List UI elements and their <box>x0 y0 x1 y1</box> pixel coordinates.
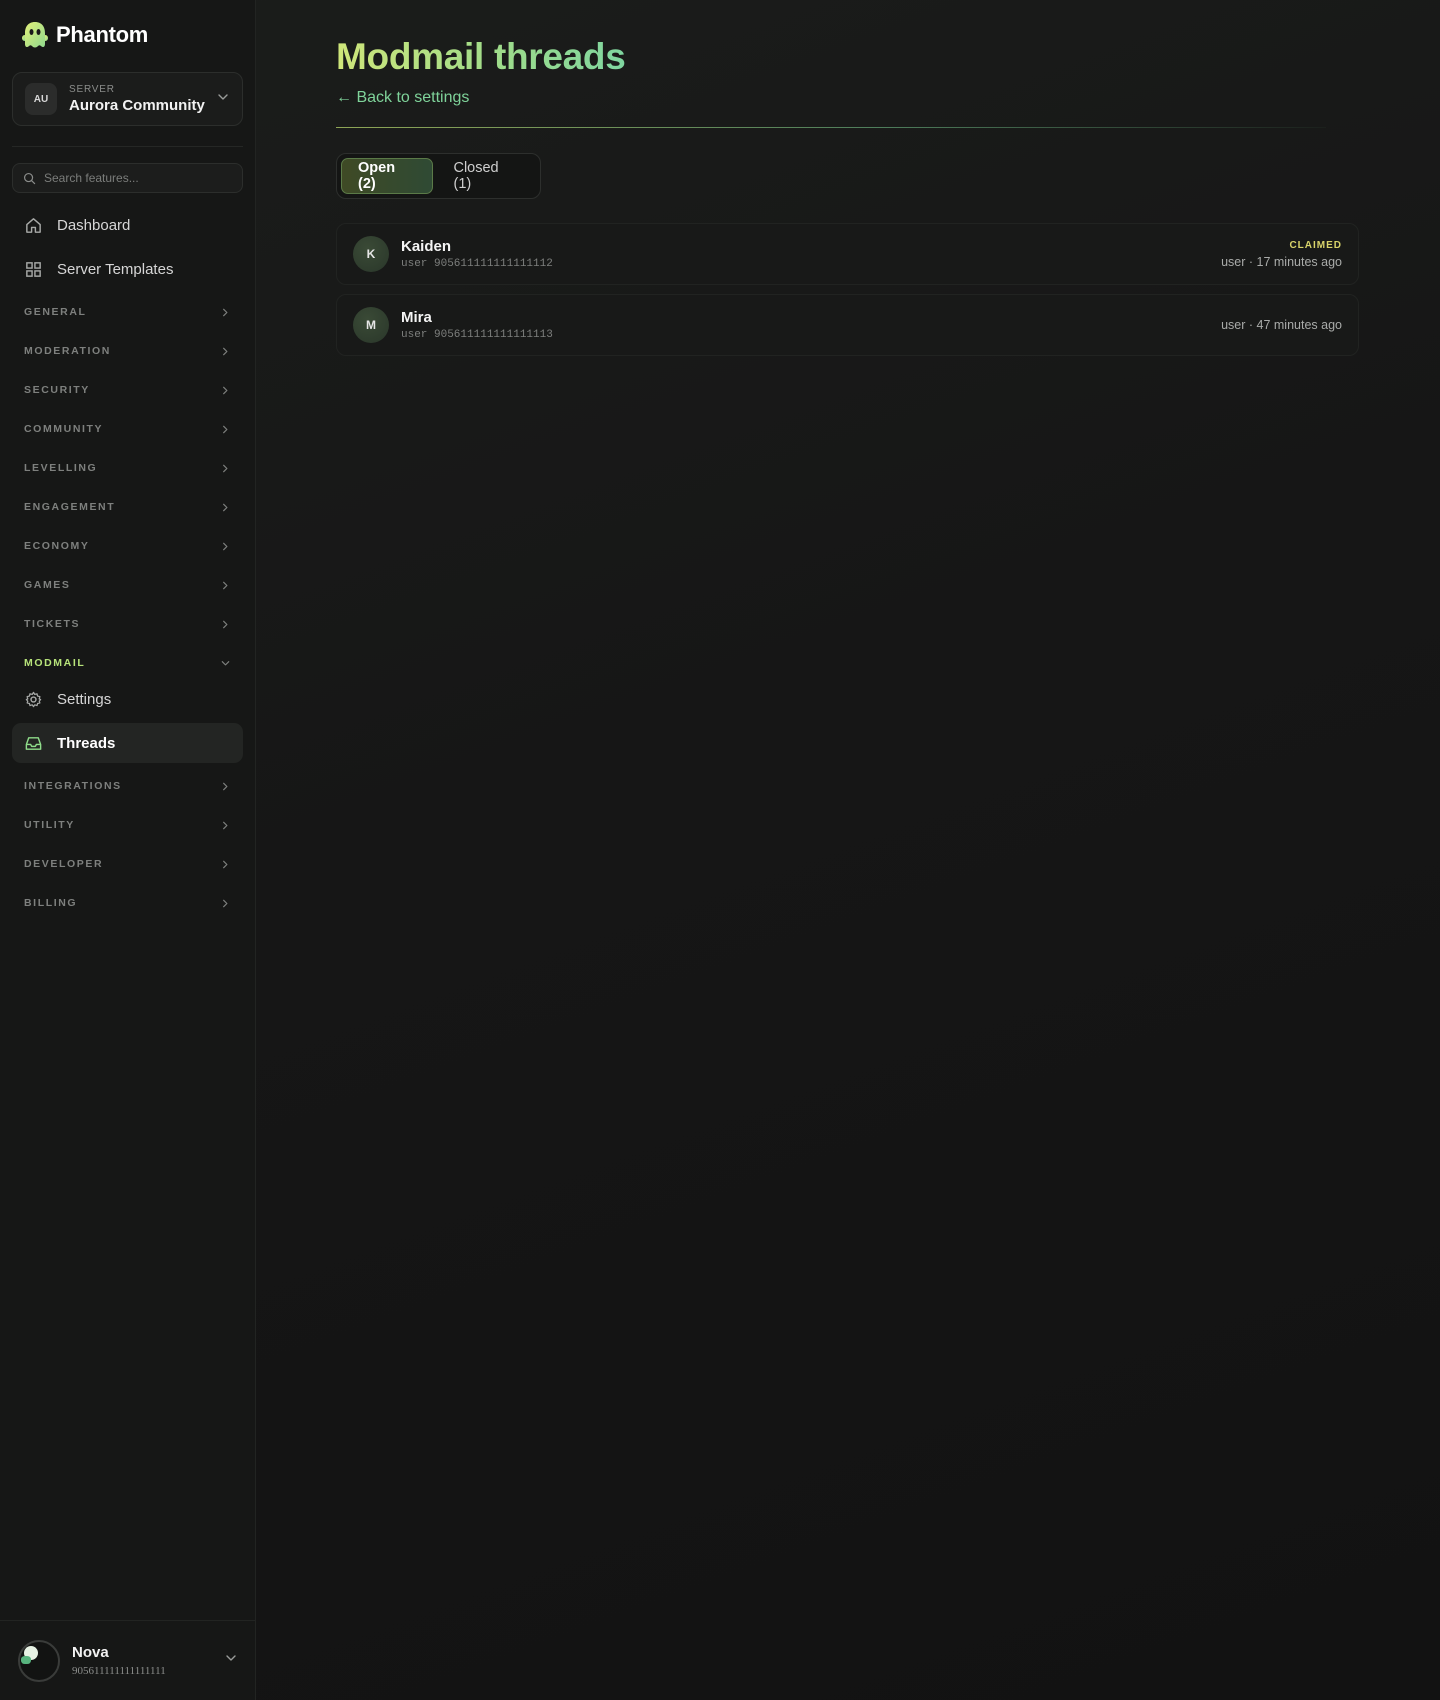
gear-icon <box>25 691 42 707</box>
server-name: Aurora Community <box>69 97 205 114</box>
section-general[interactable]: GENERAL <box>12 298 243 326</box>
section-developer[interactable]: DEVELOPER <box>12 850 243 878</box>
sidebar-divider <box>12 146 243 147</box>
section-modmail[interactable]: MODMAIL <box>12 649 243 677</box>
user-id: 905611111111111111 <box>72 1665 166 1677</box>
section-label: BILLING <box>24 897 78 909</box>
thread-timestamp: user · 17 minutes ago <box>1221 254 1342 269</box>
avatar <box>18 1639 60 1682</box>
sidebar-item-dashboard[interactable]: Dashboard <box>12 205 243 245</box>
section-label: MODERATION <box>24 345 111 357</box>
chevron-right-icon <box>223 581 228 589</box>
thread-info: Mira user 905611111111111113 <box>401 309 1221 341</box>
section-security[interactable]: SECURITY <box>12 376 243 404</box>
thread-status-tabs: Open (2) Closed (1) <box>336 153 541 199</box>
chevron-right-icon <box>223 425 228 433</box>
brand[interactable]: Phantom <box>20 20 148 50</box>
chevron-right-icon <box>223 347 228 355</box>
section-label: GENERAL <box>24 306 87 318</box>
chevron-right-icon <box>223 782 228 790</box>
sidebar: Phantom AU SERVER Aurora Community Dashb… <box>0 0 256 1700</box>
chevron-right-icon <box>223 899 228 907</box>
inbox-icon <box>25 736 42 750</box>
chevron-right-icon <box>223 386 228 394</box>
thread-meta: user · 47 minutes ago <box>1221 318 1342 332</box>
section-label: GAMES <box>24 579 71 591</box>
server-avatar: AU <box>25 83 57 115</box>
thread-row-mira[interactable]: M Mira user 905611111111111113 user · 47… <box>336 294 1359 356</box>
chevron-right-icon <box>223 821 228 829</box>
home-icon <box>26 217 41 233</box>
thread-timestamp: user · 47 minutes ago <box>1221 318 1342 332</box>
section-tickets[interactable]: TICKETS <box>12 610 243 638</box>
user-text: Nova 905611111111111111 <box>72 1644 224 1677</box>
sidebar-item-label: Server Templates <box>57 260 174 278</box>
thread-user-id: user 905611111111111113 <box>401 329 553 341</box>
section-label: MODMAIL <box>24 657 86 669</box>
title-divider <box>336 127 1326 128</box>
chevron-down-icon <box>221 660 230 665</box>
thread-user-name: Mira <box>401 309 432 326</box>
thread-meta: CLAIMED user · 17 minutes ago <box>1221 240 1342 269</box>
thread-row-kaiden[interactable]: K Kaiden user 905611111111111112 CLAIMED… <box>336 223 1359 285</box>
sidebar-item-modmail-settings[interactable]: Settings <box>12 679 243 719</box>
chevron-down-icon <box>224 1651 238 1670</box>
section-economy[interactable]: ECONOMY <box>12 532 243 560</box>
section-label: TICKETS <box>24 618 81 630</box>
search-box <box>12 163 243 193</box>
section-engagement[interactable]: ENGAGEMENT <box>12 493 243 521</box>
section-label: UTILITY <box>24 819 75 831</box>
section-community[interactable]: COMMUNITY <box>12 415 243 443</box>
server-text: SERVER Aurora Community <box>69 84 216 114</box>
avatar: K <box>353 236 389 272</box>
chevron-right-icon <box>223 308 228 316</box>
section-label: ENGAGEMENT <box>24 501 116 513</box>
section-label: DEVELOPER <box>24 858 104 870</box>
page-title: Modmail threads <box>336 36 626 77</box>
search-input[interactable] <box>44 171 232 185</box>
section-utility[interactable]: UTILITY <box>12 811 243 839</box>
grid-icon <box>26 261 41 277</box>
chevron-right-icon <box>223 620 228 628</box>
chevron-right-icon <box>223 464 228 472</box>
section-label: ECONOMY <box>24 540 90 552</box>
sidebar-item-label: Settings <box>57 690 112 708</box>
section-moderation[interactable]: MODERATION <box>12 337 243 365</box>
section-label: INTEGRATIONS <box>24 780 122 792</box>
avatar: M <box>353 307 389 343</box>
avatar-shape <box>21 1655 31 1664</box>
section-label: COMMUNITY <box>24 423 104 435</box>
chevron-down-icon <box>216 90 230 109</box>
thread-info: Kaiden user 905611111111111112 <box>401 238 1221 270</box>
section-levelling[interactable]: LEVELLING <box>12 454 243 482</box>
thread-user-id: user 905611111111111112 <box>401 258 553 270</box>
user-name: Nova <box>72 1644 109 1661</box>
tab-open[interactable]: Open (2) <box>341 158 434 194</box>
section-billing[interactable]: BILLING <box>12 889 243 917</box>
sidebar-item-label: Threads <box>57 734 116 752</box>
sidebar-item-label: Dashboard <box>57 216 131 234</box>
phantom-logo-icon <box>22 22 48 48</box>
status-badge: CLAIMED <box>1289 239 1342 251</box>
back-to-settings-link[interactable]: ← Back to settings <box>336 89 469 107</box>
chevron-right-icon <box>223 542 228 550</box>
user-menu[interactable]: Nova 905611111111111111 <box>0 1620 256 1700</box>
section-integrations[interactable]: INTEGRATIONS <box>12 772 243 800</box>
search-icon <box>23 172 36 184</box>
thread-user-name: Kaiden <box>401 238 452 255</box>
section-label: LEVELLING <box>24 462 98 474</box>
sidebar-item-server-templates[interactable]: Server Templates <box>12 249 243 289</box>
chevron-right-icon <box>223 503 228 511</box>
tab-closed[interactable]: Closed (1) <box>437 158 536 194</box>
chevron-right-icon <box>223 860 228 868</box>
section-games[interactable]: GAMES <box>12 571 243 599</box>
brand-name: Phantom <box>56 22 149 47</box>
sidebar-item-modmail-threads[interactable]: Threads <box>12 723 243 763</box>
server-selector[interactable]: AU SERVER Aurora Community <box>12 72 243 126</box>
server-kicker: SERVER <box>69 84 115 95</box>
section-label: SECURITY <box>24 384 90 396</box>
